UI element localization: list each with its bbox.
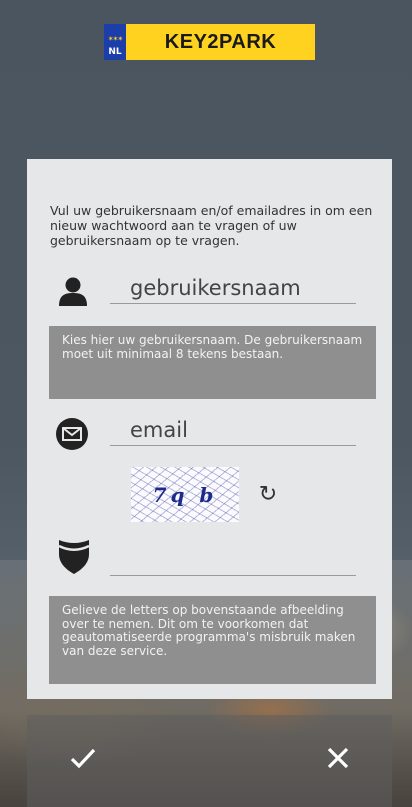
user-icon <box>59 277 87 306</box>
app-logo: ✶✶✶ NL KEY2PARK <box>104 24 315 60</box>
shield-icon <box>59 540 89 574</box>
refresh-icon[interactable]: ↻ <box>255 482 281 508</box>
brand-name: KEY2PARK <box>164 30 277 53</box>
captcha-hint: Gelieve de letters op bovenstaande afbee… <box>49 596 376 684</box>
intro-text: Vul uw gebruikersnaam en/of emailadres i… <box>50 203 373 248</box>
username-placeholder: gebruikersnaam <box>130 276 301 300</box>
eu-stars-icon: ✶✶✶ <box>107 35 124 43</box>
confirm-button[interactable] <box>58 733 108 783</box>
email-placeholder: email <box>130 418 188 442</box>
action-bar <box>27 715 392 807</box>
recovery-form-card: Vul uw gebruikersnaam en/of emailadres i… <box>27 159 392 699</box>
envelope-icon <box>56 418 88 450</box>
captcha-input[interactable] <box>110 543 356 576</box>
close-icon <box>327 747 349 769</box>
username-hint-text: Kies hier uw gebruikersnaam. De gebruike… <box>62 333 363 361</box>
username-input[interactable]: gebruikersnaam <box>110 272 356 304</box>
eu-country-badge: ✶✶✶ NL <box>104 24 126 60</box>
captcha-image: 7q b <box>131 467 239 522</box>
email-input[interactable]: email <box>110 414 356 446</box>
checkmark-icon <box>70 748 96 769</box>
country-code: NL <box>108 47 122 57</box>
captcha-text: 7q b <box>152 482 218 507</box>
captcha-hint-text: Gelieve de letters op bovenstaande afbee… <box>62 603 356 658</box>
cancel-button[interactable] <box>313 733 363 783</box>
username-hint: Kies hier uw gebruikersnaam. De gebruike… <box>49 326 376 399</box>
